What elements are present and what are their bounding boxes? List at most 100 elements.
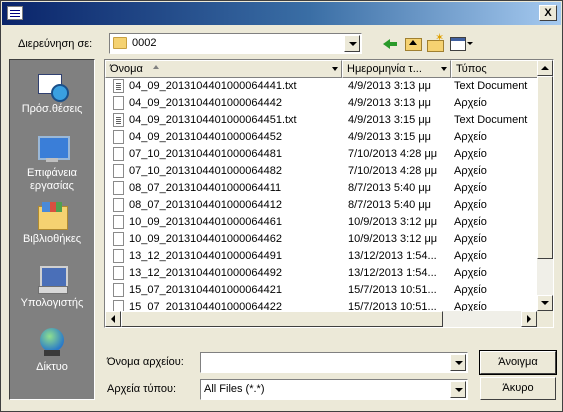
sort-ascending-icon	[153, 65, 159, 69]
file-row[interactable]: 07_10_2013104401000064481 7/10/2013 4:28 …	[105, 146, 537, 163]
up-folder-icon[interactable]	[403, 34, 423, 52]
vertical-scrollbar[interactable]	[537, 60, 553, 311]
title-bar: X	[2, 2, 561, 25]
file-row[interactable]: 04_09_201310440100006444​1.txt 4/9/2013 3…	[105, 78, 537, 95]
file-name: 13_12_2013104401000064492	[129, 267, 282, 279]
file-name: 10_09_2013104401000064462	[129, 233, 282, 245]
place-recent[interactable]: Πρόσ.θέσεις	[10, 70, 94, 115]
file-type: Αρχείο	[454, 233, 487, 245]
column-header-date[interactable]: Ημερομηνία τ...	[342, 60, 451, 78]
file-name: 13_12_2013104401000064491	[129, 250, 282, 262]
file-row[interactable]: 08_07_2013104401000064411 8/7/2013 5:40 μ…	[105, 180, 537, 197]
filetype-label: Αρχεία τύπου:	[107, 383, 177, 395]
places-bar: Πρόσ.θέσεις Επιφάνεια εργασίας Βιβλιοθήκ…	[9, 59, 95, 400]
look-in-label: Διερεύνηση σε:	[18, 38, 93, 50]
file-date: 13/12/2013 1:54...	[348, 250, 437, 262]
place-desktop[interactable]: Επιφάνεια εργασίας	[10, 134, 94, 193]
file-icon	[113, 96, 124, 110]
file-date: 13/12/2013 1:54...	[348, 267, 437, 279]
file-date: 4/9/2013 3:13 μμ	[348, 97, 432, 109]
file-row[interactable]: 10_09_2013104401000064462 10/9/2013 3:12 …	[105, 231, 537, 248]
filetype-select[interactable]: All Files (*.*)	[200, 379, 468, 400]
file-name: 10_09_2013104401000064461	[129, 216, 282, 228]
file-name: 04_09_2013104401000064451.txt	[129, 114, 297, 126]
file-row[interactable]: 10_09_2013104401000064461 10/9/2013 3:12 …	[105, 214, 537, 231]
close-button[interactable]: X	[539, 5, 557, 21]
file-type: Αρχείο	[454, 148, 487, 160]
filename-input[interactable]	[200, 352, 468, 373]
file-row[interactable]: 13_12_2013104401000064491 13/12/2013 1:54…	[105, 248, 537, 265]
view-menu-icon[interactable]	[448, 34, 473, 52]
place-network[interactable]: Δίκτυο	[10, 328, 94, 373]
file-name: 08_07_2013104401000064412	[129, 199, 282, 211]
file-type: Αρχείο	[454, 284, 487, 296]
file-date: 7/10/2013 4:28 μμ	[348, 148, 438, 160]
place-computer[interactable]: Υπολογιστής	[10, 264, 94, 309]
chevron-down-icon	[441, 67, 447, 71]
look-in-value: 0002	[132, 37, 157, 49]
file-type: Αρχείο	[454, 250, 487, 262]
file-name: 08_07_2013104401000064411	[129, 182, 282, 194]
file-type: Αρχείο	[454, 131, 487, 143]
file-date: 4/9/2013 3:15 μμ	[348, 131, 432, 143]
filename-dropdown-button[interactable]	[450, 354, 466, 371]
file-name: 04_09_2013104401000064442	[129, 97, 282, 109]
place-label: Πρόσ.θέσεις	[21, 103, 83, 115]
back-icon[interactable]	[381, 34, 401, 52]
cancel-button[interactable]: Άκυρο	[480, 377, 556, 400]
file-date: 7/10/2013 4:28 μμ	[348, 165, 438, 177]
place-label: Επιφάνεια εργασίας	[26, 167, 78, 192]
filetype-dropdown-button[interactable]	[450, 381, 466, 398]
file-date: 10/9/2013 3:12 μμ	[348, 233, 438, 245]
file-type: Text Document	[454, 114, 528, 126]
file-date: 8/7/2013 5:40 μμ	[348, 199, 432, 211]
vertical-scroll-thumb[interactable]	[537, 76, 553, 259]
column-header-name[interactable]: Όνομα	[105, 60, 342, 78]
look-in-combo[interactable]: 0002	[109, 33, 362, 54]
file-row[interactable]: 04_09_2013104401000064442 4/9/2013 3:13 μ…	[105, 95, 537, 112]
file-date: 4/9/2013 3:15 μμ	[348, 114, 432, 126]
file-row[interactable]: 15_07_2013104401000064421 15/7/2013 10:51…	[105, 282, 537, 299]
file-name: 15_07_2013104401000064421	[129, 284, 282, 296]
scroll-left-button[interactable]	[105, 311, 121, 327]
open-button[interactable]: Άνοιγμα	[479, 350, 557, 375]
file-name: 04_09_201310440100006444​1.txt	[129, 80, 297, 92]
file-type: Αρχείο	[454, 97, 487, 109]
file-row[interactable]: 08_07_2013104401000064412 8/7/2013 5:40 μ…	[105, 197, 537, 214]
file-type: Text Document	[454, 80, 528, 92]
filename-label: Όνομα αρχείου:	[107, 356, 184, 368]
computer-icon	[36, 264, 68, 294]
horizontal-scroll-thumb[interactable]	[121, 311, 443, 327]
recent-places-icon	[36, 70, 69, 102]
file-icon	[113, 215, 124, 229]
file-date: 10/9/2013 3:12 μμ	[348, 216, 438, 228]
file-icon	[113, 198, 124, 212]
libraries-icon	[36, 200, 68, 230]
scroll-down-button[interactable]	[537, 295, 553, 311]
open-file-dialog: X Διερεύνηση σε: 0002 Πρόσ.θέσεις Επιφάν…	[0, 0, 563, 412]
file-list[interactable]: Όνομα Ημερομηνία τ... Τύπος 04_09_201310…	[104, 59, 554, 328]
dialog-icon	[7, 6, 23, 20]
column-header-type[interactable]: Τύπος	[451, 60, 541, 78]
file-row[interactable]: 07_10_2013104401000064482 7/10/2013 4:28 …	[105, 163, 537, 180]
file-type: Αρχείο	[454, 165, 487, 177]
file-name: 07_10_2013104401000064482	[129, 165, 282, 177]
file-icon	[113, 181, 124, 195]
file-row[interactable]: 13_12_2013104401000064492 13/12/2013 1:54…	[105, 265, 537, 282]
file-type: Αρχείο	[454, 182, 487, 194]
file-row[interactable]: 04_09_2013104401000064452 4/9/2013 3:15 μ…	[105, 129, 537, 146]
file-date: 8/7/2013 5:40 μμ	[348, 182, 432, 194]
place-label: Βιβλιοθήκες	[22, 233, 82, 245]
look-in-dropdown-button[interactable]	[344, 35, 360, 52]
chevron-down-icon	[332, 67, 338, 71]
file-icon	[113, 283, 124, 297]
file-row[interactable]: 04_09_2013104401000064451.txt 4/9/2013 3:…	[105, 112, 537, 129]
file-rows: 04_09_201310440100006444​1.txt 4/9/2013 3…	[105, 78, 537, 327]
new-folder-icon[interactable]	[425, 31, 445, 52]
place-libraries[interactable]: Βιβλιοθήκες	[10, 200, 94, 245]
filetype-value: All Files (*.*)	[204, 383, 265, 395]
horizontal-scrollbar[interactable]	[105, 311, 537, 327]
scroll-up-button[interactable]	[537, 60, 553, 76]
file-icon	[113, 164, 124, 178]
scroll-right-button[interactable]	[521, 311, 537, 327]
